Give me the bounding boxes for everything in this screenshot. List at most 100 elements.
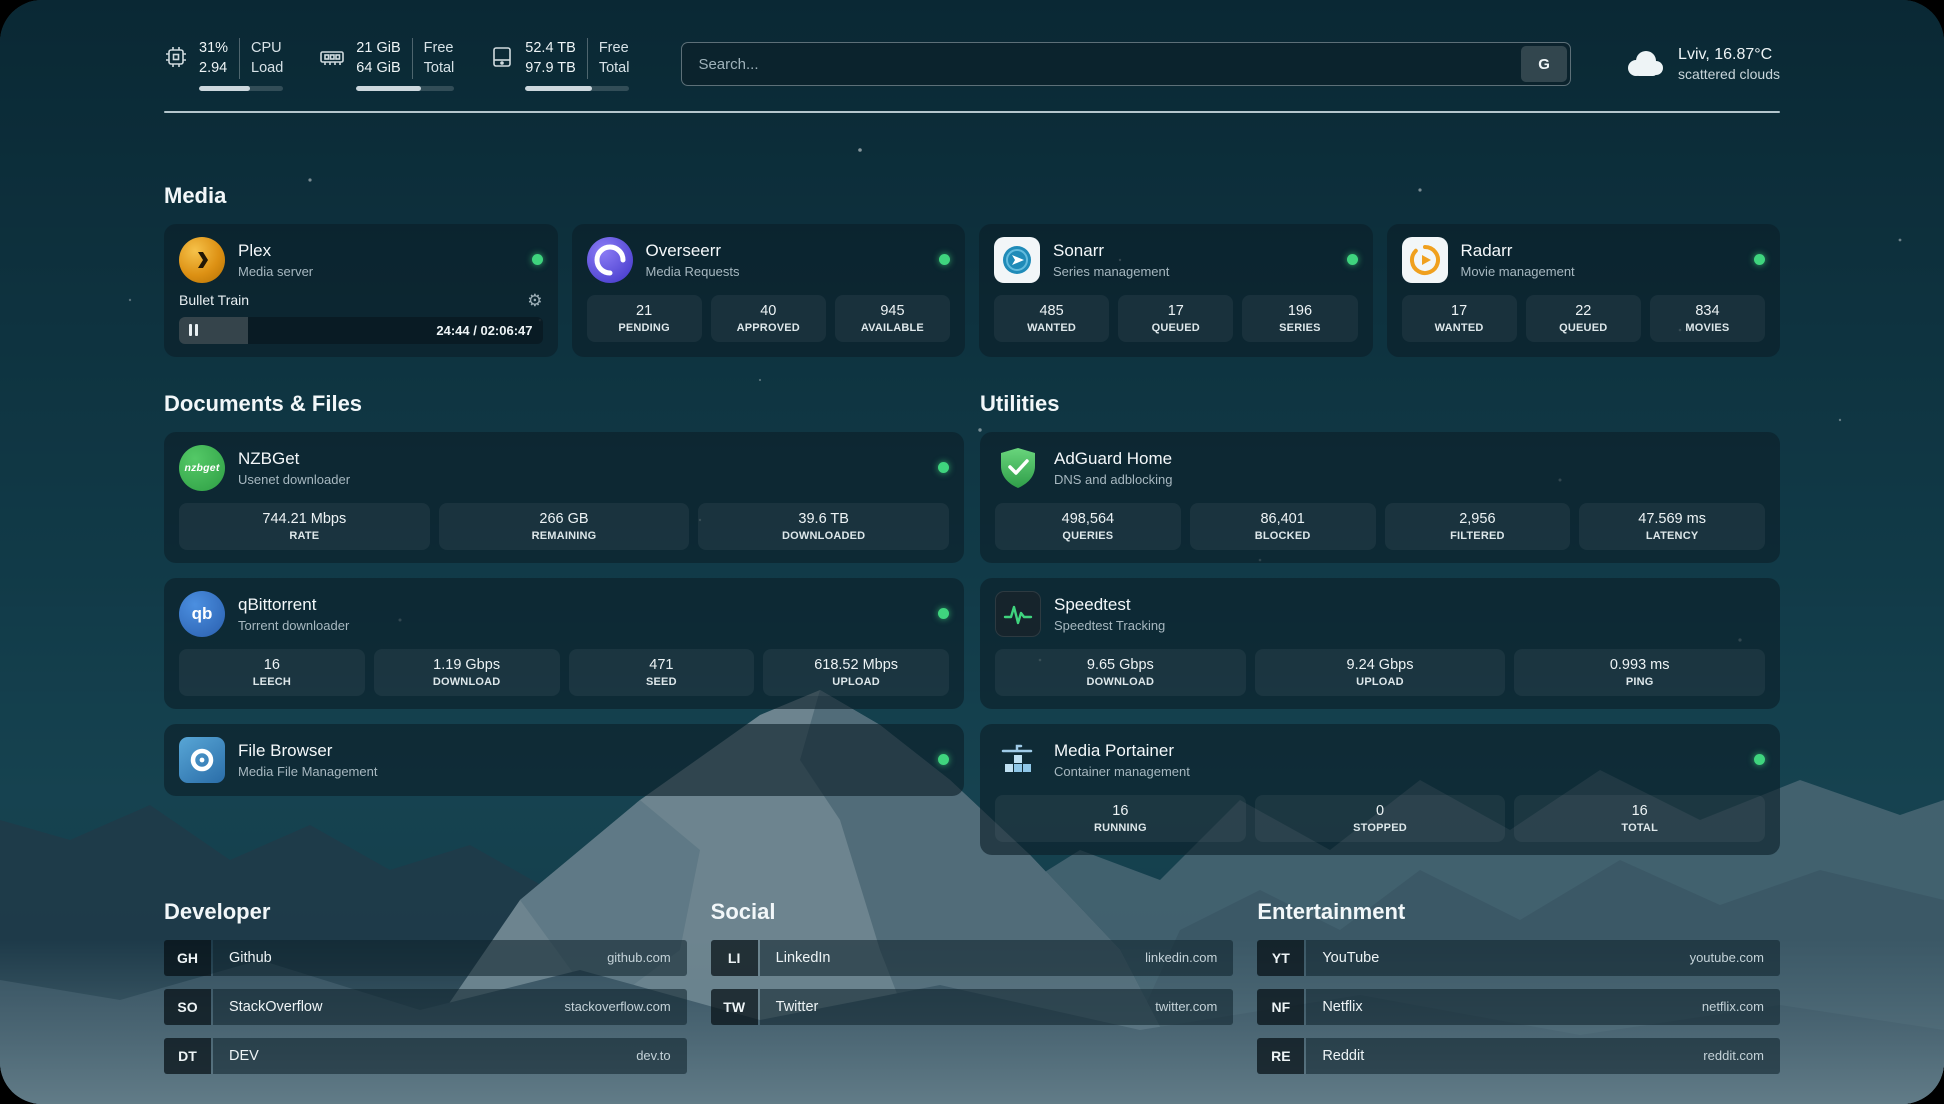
stat-label: AVAILABLE: [839, 322, 946, 334]
stat-box: 498,564 QUERIES: [995, 503, 1181, 550]
bookmark-body: DEV dev.to: [213, 1038, 687, 1074]
bookmark-row-twitter[interactable]: TW Twitter twitter.com: [711, 989, 1234, 1025]
stat-label: RUNNING: [999, 822, 1242, 834]
app-card-overseerr[interactable]: Overseerr Media Requests 21 PENDING 40 A…: [572, 224, 966, 357]
bookmark-abbr: GH: [164, 940, 211, 976]
bookmark-row-github[interactable]: GH Github github.com: [164, 940, 687, 976]
stat-box: 266 GB REMAINING: [439, 503, 690, 550]
memory-total-label: Total: [424, 58, 455, 78]
stat-label: QUEUED: [1530, 322, 1637, 334]
app-card-sonarr[interactable]: Sonarr Series management 485 WANTED 17 Q…: [979, 224, 1373, 357]
status-dot: [1754, 254, 1765, 265]
stat-label: APPROVED: [715, 322, 822, 334]
section-title-entertainment: Entertainment: [1257, 899, 1780, 925]
search-input[interactable]: [698, 56, 1518, 73]
bookmark-abbr: SO: [164, 989, 211, 1025]
status-dot: [1347, 254, 1358, 265]
stat-box: 2,956 FILTERED: [1385, 503, 1571, 550]
stat-label: QUEUED: [1122, 322, 1229, 334]
bookmark-url: linkedin.com: [1145, 950, 1217, 965]
stat-value: 16: [183, 657, 361, 673]
bookmark-abbr: LI: [711, 940, 758, 976]
section-documents: Documents & Files nzbget NZBGet Usenet d…: [164, 391, 964, 855]
bookmark-url: dev.to: [636, 1048, 670, 1063]
app-card-adguard[interactable]: AdGuard Home DNS and adblocking 498,564 …: [980, 432, 1780, 563]
pause-button[interactable]: [189, 324, 198, 336]
stat-value: 618.52 Mbps: [767, 657, 945, 673]
bookmark-body: StackOverflow stackoverflow.com: [213, 989, 687, 1025]
cpu-load-label: Load: [251, 58, 283, 78]
section-title-media: Media: [164, 183, 1780, 209]
app-card-filebrowser[interactable]: File Browser Media File Management: [164, 724, 964, 796]
disk-total-value: 97.9 TB: [525, 58, 576, 78]
stat-value: 39.6 TB: [702, 511, 945, 527]
memory-total-value: 64 GiB: [356, 58, 400, 78]
disk-monitor: 52.4 TB 97.9 TB Free Total: [490, 38, 629, 91]
playback-bar: 24:44 / 02:06:47: [179, 317, 543, 344]
search-area: G: [681, 42, 1571, 86]
stat-value: 196: [1246, 303, 1353, 319]
bookmark-abbr: YT: [1257, 940, 1304, 976]
stat-box: 16 RUNNING: [995, 795, 1246, 842]
bookmark-name: Netflix: [1322, 999, 1362, 1015]
stat-label: PENDING: [591, 322, 698, 334]
section-title-developer: Developer: [164, 899, 687, 925]
middle-columns: Documents & Files nzbget NZBGet Usenet d…: [164, 391, 1780, 855]
stat-label: PING: [1518, 676, 1761, 688]
bookmark-body: Github github.com: [213, 940, 687, 976]
app-card-nzbget[interactable]: nzbget NZBGet Usenet downloader 744.21 M…: [164, 432, 964, 563]
app-subtitle: Media server: [238, 264, 313, 279]
app-subtitle: Usenet downloader: [238, 472, 350, 487]
status-dot: [938, 754, 949, 765]
bookmark-row-dev[interactable]: DT DEV dev.to: [164, 1038, 687, 1074]
stat-value: 834: [1654, 303, 1761, 319]
disk-monitor-body: 52.4 TB 97.9 TB Free Total: [525, 38, 629, 91]
app-title: Speedtest: [1054, 595, 1165, 615]
memory-icon: [319, 45, 345, 74]
memory-monitor: 21 GiB 64 GiB Free Total: [319, 38, 454, 91]
status-dot: [938, 462, 949, 473]
memory-usage-bar: [356, 86, 454, 91]
bookmark-row-youtube[interactable]: YT YouTube youtube.com: [1257, 940, 1780, 976]
stat-label: FILTERED: [1389, 530, 1567, 542]
bookmark-row-netflix[interactable]: NF Netflix netflix.com: [1257, 989, 1780, 1025]
stat-box: 1.19 Gbps DOWNLOAD: [374, 649, 560, 696]
app-card-qbittorrent[interactable]: qb qBittorrent Torrent downloader 16 LEE…: [164, 578, 964, 709]
stat-value: 21: [591, 303, 698, 319]
app-card-portainer[interactable]: Media Portainer Container management 16 …: [980, 724, 1780, 855]
stat-value: 17: [1122, 303, 1229, 319]
weather-text: Lviv, 16.87°C scattered clouds: [1678, 46, 1780, 82]
disk-icon: [490, 45, 514, 74]
stat-label: DOWNLOAD: [999, 676, 1242, 688]
bookmark-abbr: TW: [711, 989, 758, 1025]
weather-widget: Lviv, 16.87°C scattered clouds: [1623, 46, 1780, 82]
stat-value: 22: [1530, 303, 1637, 319]
bookmark-body: Netflix netflix.com: [1306, 989, 1780, 1025]
app-card-plex[interactable]: Plex Media server Bullet Train ⚙ 24:44 /…: [164, 224, 558, 357]
stat-value: 266 GB: [443, 511, 686, 527]
memory-free-label: Free: [424, 38, 455, 58]
cpu-percent: 31%: [199, 38, 228, 58]
stat-label: DOWNLOAD: [378, 676, 556, 688]
bookmark-row-stackoverflow[interactable]: SO StackOverflow stackoverflow.com: [164, 989, 687, 1025]
app-card-radarr[interactable]: Radarr Movie management 17 WANTED 22 QUE…: [1387, 224, 1781, 357]
search-engine-button[interactable]: G: [1521, 46, 1567, 82]
dashboard-screen: 31% 2.94 CPU Load: [0, 0, 1944, 1104]
bookmark-list: YT YouTube youtube.com NF Netflix netfli…: [1257, 940, 1780, 1074]
stat-value: 744.21 Mbps: [183, 511, 426, 527]
bookmark-name: Twitter: [776, 999, 819, 1015]
stat-label: SERIES: [1246, 322, 1353, 334]
radarr-icon: [1402, 237, 1448, 283]
cpu-icon: [164, 45, 188, 74]
bookmark-row-linkedin[interactable]: LI LinkedIn linkedin.com: [711, 940, 1234, 976]
stat-label: UPLOAD: [767, 676, 945, 688]
app-card-speedtest[interactable]: Speedtest Speedtest Tracking 9.65 Gbps D…: [980, 578, 1780, 709]
stat-value: 9.24 Gbps: [1259, 657, 1502, 673]
section-title-utilities: Utilities: [980, 391, 1780, 417]
bookmark-name: Github: [229, 950, 272, 966]
stat-value: 0.993 ms: [1518, 657, 1761, 673]
bookmark-row-reddit[interactable]: RE Reddit reddit.com: [1257, 1038, 1780, 1074]
settings-gear-icon[interactable]: ⚙: [527, 292, 542, 309]
stat-label: LATENCY: [1583, 530, 1761, 542]
overseerr-icon: [587, 237, 633, 283]
